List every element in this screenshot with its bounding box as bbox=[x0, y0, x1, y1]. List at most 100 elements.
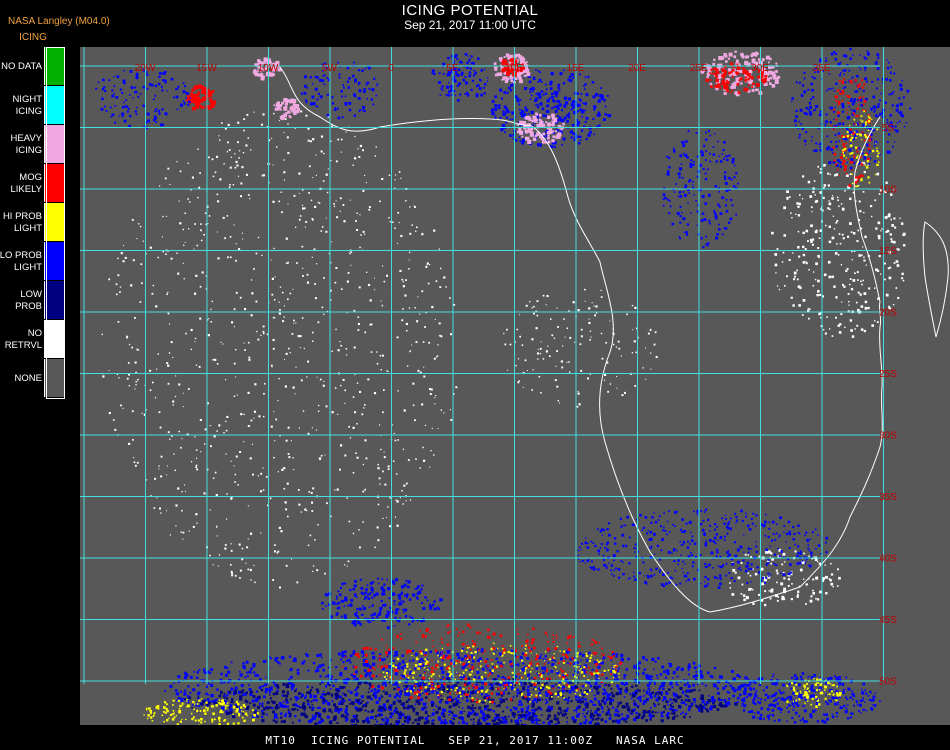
icing-pixel bbox=[856, 240, 859, 243]
icing-pixel bbox=[238, 150, 241, 152]
icing-pixel bbox=[628, 536, 631, 539]
icing-pixel bbox=[326, 715, 330, 719]
icing-pixel bbox=[331, 700, 334, 702]
icing-pixel bbox=[496, 722, 499, 725]
icing-pixel bbox=[229, 256, 232, 259]
icing-pixel bbox=[805, 229, 809, 233]
icing-pixel bbox=[813, 180, 816, 182]
icing-pixel bbox=[242, 712, 245, 715]
icing-pixel bbox=[830, 582, 834, 586]
icing-pixel bbox=[815, 229, 818, 232]
icing-pixel bbox=[502, 710, 505, 713]
icing-pixel bbox=[260, 472, 263, 475]
icing-pixel bbox=[671, 709, 674, 712]
icing-pixel bbox=[752, 602, 755, 605]
icing-pixel bbox=[132, 439, 134, 441]
icing-pixel bbox=[381, 695, 384, 698]
icing-pixel bbox=[538, 692, 542, 695]
icing-pixel bbox=[831, 713, 833, 715]
icing-pixel bbox=[743, 683, 747, 687]
icing-pixel bbox=[769, 703, 773, 706]
icing-pixel bbox=[181, 718, 183, 720]
icing-pixel bbox=[812, 589, 814, 592]
icing-pixel bbox=[863, 256, 865, 259]
icing-pixel bbox=[796, 202, 799, 205]
icing-pixel bbox=[303, 207, 306, 210]
icing-pixel bbox=[340, 288, 343, 290]
icing-pixel bbox=[765, 564, 768, 566]
icing-pixel bbox=[779, 516, 782, 520]
icing-pixel bbox=[424, 658, 427, 661]
icing-pixel bbox=[344, 389, 346, 392]
icing-pixel bbox=[817, 544, 821, 547]
legend-item-label: MOG LIKELY bbox=[10, 171, 42, 195]
icing-pixel bbox=[311, 686, 314, 689]
icing-pixel bbox=[340, 444, 343, 447]
icing-pixel bbox=[334, 489, 336, 491]
icing-pixel bbox=[325, 405, 328, 408]
icing-pixel bbox=[408, 259, 410, 261]
icing-pixel bbox=[595, 687, 599, 691]
icing-pixel bbox=[832, 586, 834, 588]
icing-pixel bbox=[615, 720, 617, 722]
icing-pixel bbox=[824, 564, 826, 566]
icing-pixel bbox=[515, 719, 519, 723]
icing-pixel bbox=[155, 305, 158, 308]
icing-pixel bbox=[457, 635, 459, 637]
icing-pixel bbox=[374, 715, 377, 718]
icing-pixel bbox=[577, 661, 580, 664]
icing-pixel bbox=[826, 316, 828, 318]
icing-pixel bbox=[799, 719, 802, 722]
icing-pixel bbox=[887, 267, 890, 270]
icing-pixel bbox=[617, 568, 621, 571]
icing-pixel bbox=[566, 361, 568, 363]
icing-pixel bbox=[333, 703, 337, 707]
icing-pixel bbox=[317, 201, 319, 203]
icing-pixel bbox=[759, 717, 762, 720]
icing-pixel bbox=[822, 329, 825, 331]
icing-pixel bbox=[581, 697, 584, 700]
icing-pixel bbox=[521, 696, 525, 700]
icing-pixel bbox=[133, 457, 135, 459]
icing-pixel bbox=[194, 436, 196, 438]
icing-pixel bbox=[484, 649, 486, 652]
icing-pixel bbox=[344, 454, 347, 457]
icing-pixel bbox=[585, 719, 588, 722]
icing-pixel bbox=[814, 194, 816, 196]
icing-pixel bbox=[212, 477, 215, 479]
icing-pixel bbox=[153, 507, 156, 509]
icing-pixel bbox=[657, 703, 660, 705]
icing-pixel bbox=[478, 663, 480, 665]
icing-pixel bbox=[580, 335, 583, 338]
icing-pixel bbox=[642, 656, 645, 659]
icing-pixel bbox=[515, 681, 518, 684]
icing-pixel bbox=[773, 553, 776, 556]
icing-pixel bbox=[354, 135, 356, 138]
icing-pixel bbox=[645, 674, 649, 678]
icing-pixel bbox=[281, 468, 284, 471]
icing-pixel bbox=[343, 220, 346, 223]
icing-pixel bbox=[394, 707, 397, 709]
icing-pixel bbox=[533, 312, 535, 315]
icing-pixel bbox=[793, 686, 795, 689]
icing-pixel bbox=[357, 148, 359, 150]
icing-pixel bbox=[175, 715, 178, 717]
icing-pixel bbox=[287, 298, 289, 301]
icing-pixel bbox=[293, 659, 297, 663]
icing-pixel bbox=[541, 684, 544, 687]
icing-pixel bbox=[279, 286, 282, 288]
icing-pixel bbox=[858, 254, 861, 257]
icing-pixel bbox=[585, 652, 588, 655]
icing-pixel bbox=[467, 681, 471, 685]
icing-pixel bbox=[198, 724, 200, 725]
icing-pixel bbox=[851, 259, 853, 261]
icing-pixel bbox=[131, 218, 134, 221]
icing-pixel bbox=[764, 581, 767, 584]
icing-pixel bbox=[455, 386, 458, 389]
icing-pixel bbox=[519, 655, 523, 659]
icing-pixel bbox=[605, 677, 608, 680]
icing-pixel bbox=[580, 328, 583, 331]
icing-pixel bbox=[828, 241, 831, 243]
icing-pixel bbox=[471, 667, 474, 670]
icing-pixel bbox=[187, 162, 189, 164]
